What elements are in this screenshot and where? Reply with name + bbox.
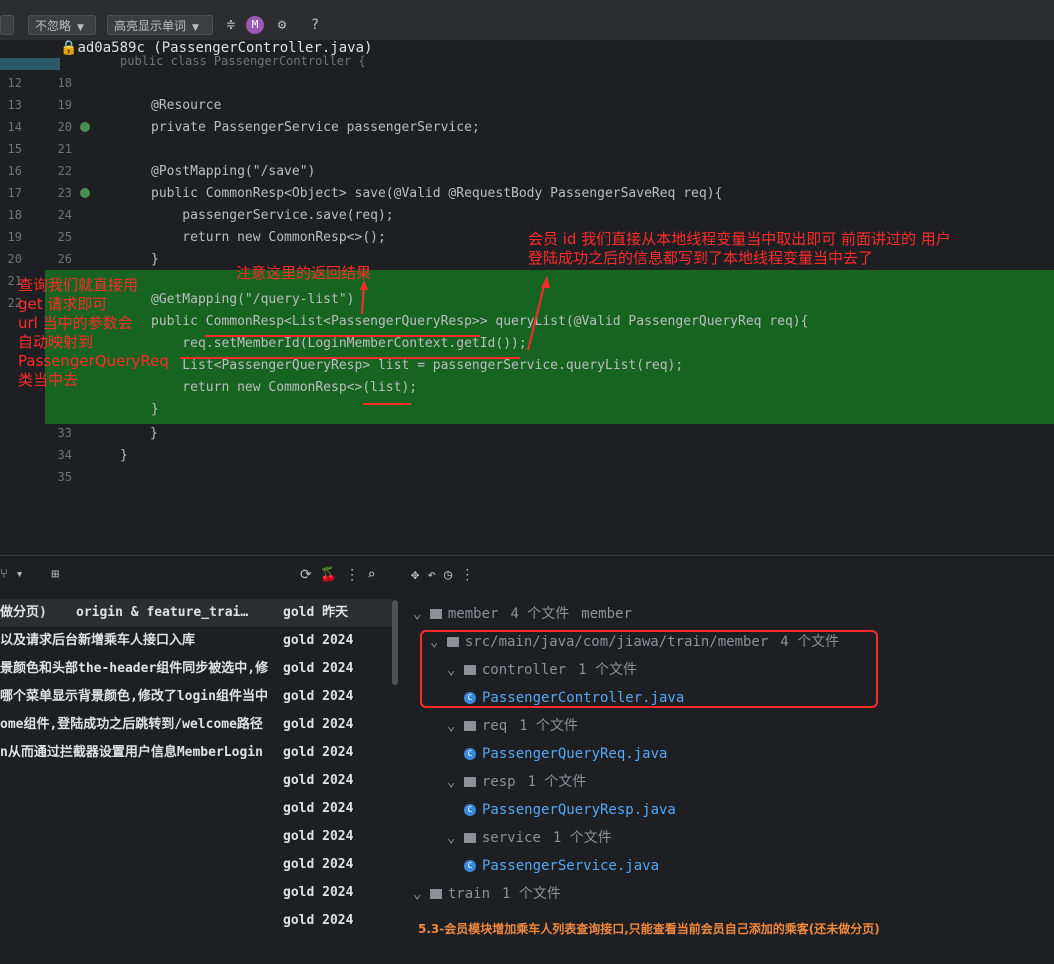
expand-icon[interactable]: ✥ <box>411 567 427 583</box>
log-toolbar: ⑂ ▾ ⊞ <box>0 567 59 582</box>
log-row[interactable]: gold 2024 <box>0 879 395 907</box>
log-author-date: gold 2024 <box>283 857 354 872</box>
log-author-date: gold 2024 <box>283 689 354 704</box>
log-row[interactable]: ome组件,登陆成功之后跳转到/welcome路径 gold 2024 <box>0 711 395 739</box>
undo-icon[interactable]: ↶ <box>427 567 443 583</box>
folder-icon <box>463 777 476 787</box>
search-icon[interactable]: ⌕ <box>367 567 383 583</box>
tree-file[interactable]: C PassengerService.java <box>464 852 659 880</box>
tree-item-name: member <box>447 606 499 622</box>
annotation-arrows <box>360 276 550 351</box>
tree-file[interactable]: C PassengerQueryResp.java <box>464 796 676 824</box>
java-class-icon: C <box>464 748 476 760</box>
log-author-date: gold 昨天 <box>283 605 349 620</box>
underline-set-member <box>180 357 520 359</box>
module-name: member <box>581 606 632 622</box>
tree-item-name: PassengerService.java <box>482 858 660 874</box>
log-row[interactable]: gold 2024 <box>0 823 395 851</box>
log-author-date: gold 2024 <box>283 773 354 788</box>
underline-return-type <box>205 335 480 337</box>
scrollbar-thumb[interactable] <box>392 600 398 685</box>
file-count: 1 个文件 <box>502 886 561 902</box>
branch-icon[interactable]: ⑂ ▾ <box>0 567 23 582</box>
log-row[interactable]: gold 2024 <box>0 907 395 935</box>
underline-list <box>363 403 411 405</box>
tree-actions: ✥↶◷⋮ <box>411 567 482 583</box>
log-message: 哪个菜单显示背景颜色,修改了login组件当中 <box>0 689 268 704</box>
java-class-icon: C <box>464 804 476 816</box>
folder-icon <box>463 833 476 843</box>
log-author-date: gold 2024 <box>283 745 354 760</box>
branch-tags: origin & feature_trai… <box>76 605 249 620</box>
folder-icon <box>463 721 476 731</box>
log-author-date: gold 2024 <box>283 885 354 900</box>
refresh-icon[interactable]: ⟳ <box>300 567 320 583</box>
folder-icon <box>429 889 442 899</box>
log-row[interactable]: n从而通过拦截器设置用户信息MemberLogin gold 2024 <box>0 739 395 767</box>
chevron-down-icon[interactable]: ⌄ <box>447 830 464 846</box>
tree-folder[interactable]: ⌄ req 1 个文件 <box>447 712 578 740</box>
log-author-date: gold 2024 <box>283 829 354 844</box>
log-message: 以及请求后台新增乘车人接口入库 <box>0 633 196 648</box>
history-icon[interactable]: ◷ <box>444 567 460 583</box>
commit-message: 5.3-会员模块增加乘车人列表查询接口,只能查看当前会员自己添加的乘客(还未做分… <box>418 922 880 936</box>
java-class-icon: C <box>464 860 476 872</box>
chevron-down-icon[interactable]: ⌄ <box>413 606 430 622</box>
log-author-date: gold 2024 <box>283 717 354 732</box>
tree-item-name: resp <box>481 774 516 790</box>
tree-folder[interactable]: ⌄ service 1 个文件 <box>447 824 612 852</box>
log-row[interactable]: 做分页) origin & feature_trai… gold 昨天 <box>0 599 395 627</box>
file-count: 1 个文件 <box>552 830 612 846</box>
new-tab-icon[interactable]: ⊞ <box>51 567 59 582</box>
arrow-context <box>527 281 546 351</box>
log-row[interactable]: gold 2024 <box>0 767 395 795</box>
grid-icon[interactable]: ⋮ <box>345 567 367 583</box>
tree-item-name: req <box>481 718 508 734</box>
arrow-head <box>360 280 368 290</box>
log-author-date: gold 2024 <box>283 801 354 816</box>
log-row[interactable]: 哪个菜单显示背景颜色,修改了login组件当中 gold 2024 <box>0 683 395 711</box>
log-message: 景颜色和头部the-header组件同步被选中,修 <box>0 661 269 676</box>
tree-item-name: PassengerQueryResp.java <box>482 802 676 818</box>
file-count: 1 个文件 <box>519 718 579 734</box>
tree-file[interactable]: C PassengerQueryReq.java <box>464 740 667 768</box>
chevron-down-icon[interactable]: ⌄ <box>447 718 464 734</box>
chevron-down-icon[interactable]: ⌄ <box>447 774 464 790</box>
log-author-date: gold 2024 <box>283 913 354 928</box>
log-row[interactable]: gold 2024 <box>0 851 395 879</box>
arrow-head <box>541 276 550 288</box>
changed-files-panel[interactable]: ✥↶◷⋮ ⌄ member 4 个文件 member ⌄ src/main/java/… <box>405 555 1054 963</box>
log-author-date: gold 2024 <box>283 661 354 676</box>
annotation-box <box>420 630 878 708</box>
log-row[interactable]: 以及请求后台新增乘车人接口入库 gold 2024 <box>0 627 395 655</box>
log-row[interactable]: gold 2024 <box>0 795 395 823</box>
git-log-panel[interactable]: ⑂ ▾ ⊞ ⟳🍒⋮⌕ 做分页) origin & feature_trai… gol… <box>0 555 400 963</box>
log-author-date: gold 2024 <box>283 633 354 648</box>
folder-icon <box>429 609 442 619</box>
tree-item-name: service <box>481 830 541 846</box>
log-message: n从而通过拦截器设置用户信息MemberLogin <box>0 745 263 760</box>
log-message: ome组件,登陆成功之后跳转到/welcome路径 <box>0 717 263 732</box>
tree-folder[interactable]: ⌄ resp 1 个文件 <box>447 768 586 796</box>
log-actions: ⟳🍒⋮⌕ <box>300 567 384 583</box>
file-count: 1 个文件 <box>527 774 587 790</box>
chevron-down-icon[interactable]: ⌄ <box>413 886 430 902</box>
file-count: 4 个文件 <box>510 606 570 622</box>
cherry-pick-icon[interactable]: 🍒 <box>320 567 345 583</box>
group-icon[interactable]: ⋮ <box>460 567 482 583</box>
log-row[interactable]: 景颜色和头部the-header组件同步被选中,修 gold 2024 <box>0 655 395 683</box>
tree-folder[interactable]: ⌄ train 1 个文件 <box>413 880 561 908</box>
tree-item-name: PassengerQueryReq.java <box>482 746 668 762</box>
tree-folder[interactable]: ⌄ member 4 个文件 member <box>413 600 632 628</box>
tree-item-name: train <box>447 886 491 902</box>
